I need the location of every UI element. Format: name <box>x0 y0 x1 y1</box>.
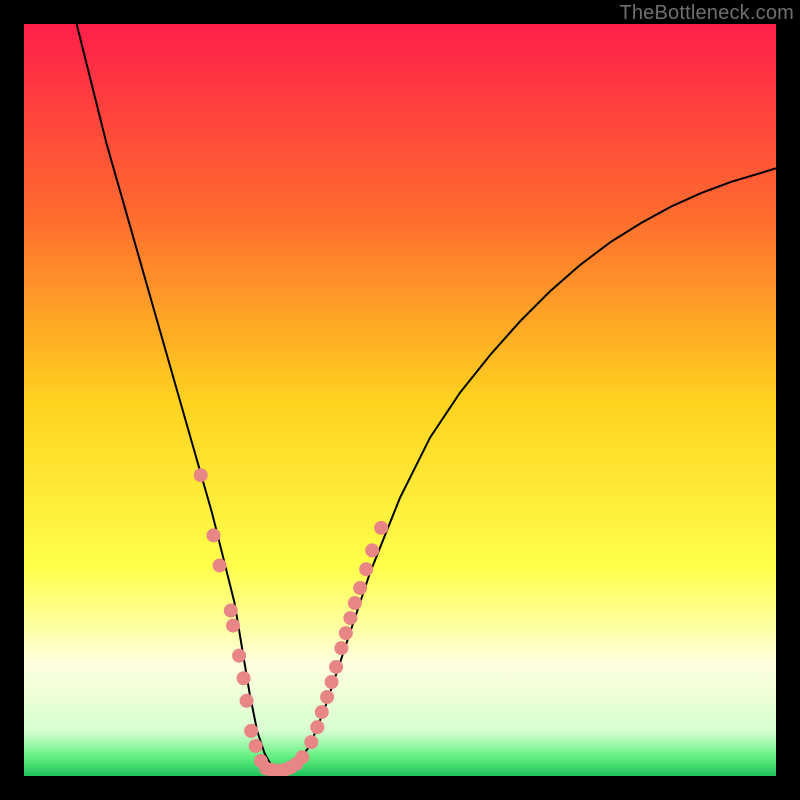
sample-point <box>224 604 238 618</box>
chart-canvas <box>24 24 776 776</box>
watermark-text: TheBottleneck.com <box>619 2 794 25</box>
sample-point <box>343 611 357 625</box>
sample-point <box>374 521 388 535</box>
sample-point <box>310 720 324 734</box>
sample-point <box>359 562 373 576</box>
sample-point <box>194 468 208 482</box>
chart-background <box>24 24 776 776</box>
sample-point <box>325 675 339 689</box>
sample-point <box>315 705 329 719</box>
sample-point <box>207 528 221 542</box>
sample-point <box>232 649 246 663</box>
sample-point <box>329 660 343 674</box>
sample-point <box>304 735 318 749</box>
sample-point <box>353 581 367 595</box>
sample-point <box>244 724 258 738</box>
sample-point <box>348 596 362 610</box>
sample-point <box>334 641 348 655</box>
sample-point <box>237 671 251 685</box>
sample-point <box>339 626 353 640</box>
sample-point <box>249 739 263 753</box>
chart-frame <box>24 24 776 776</box>
sample-point <box>240 694 254 708</box>
sample-point <box>226 619 240 633</box>
sample-point <box>295 750 309 764</box>
sample-point <box>213 558 227 572</box>
sample-point <box>320 690 334 704</box>
sample-point <box>365 543 379 557</box>
